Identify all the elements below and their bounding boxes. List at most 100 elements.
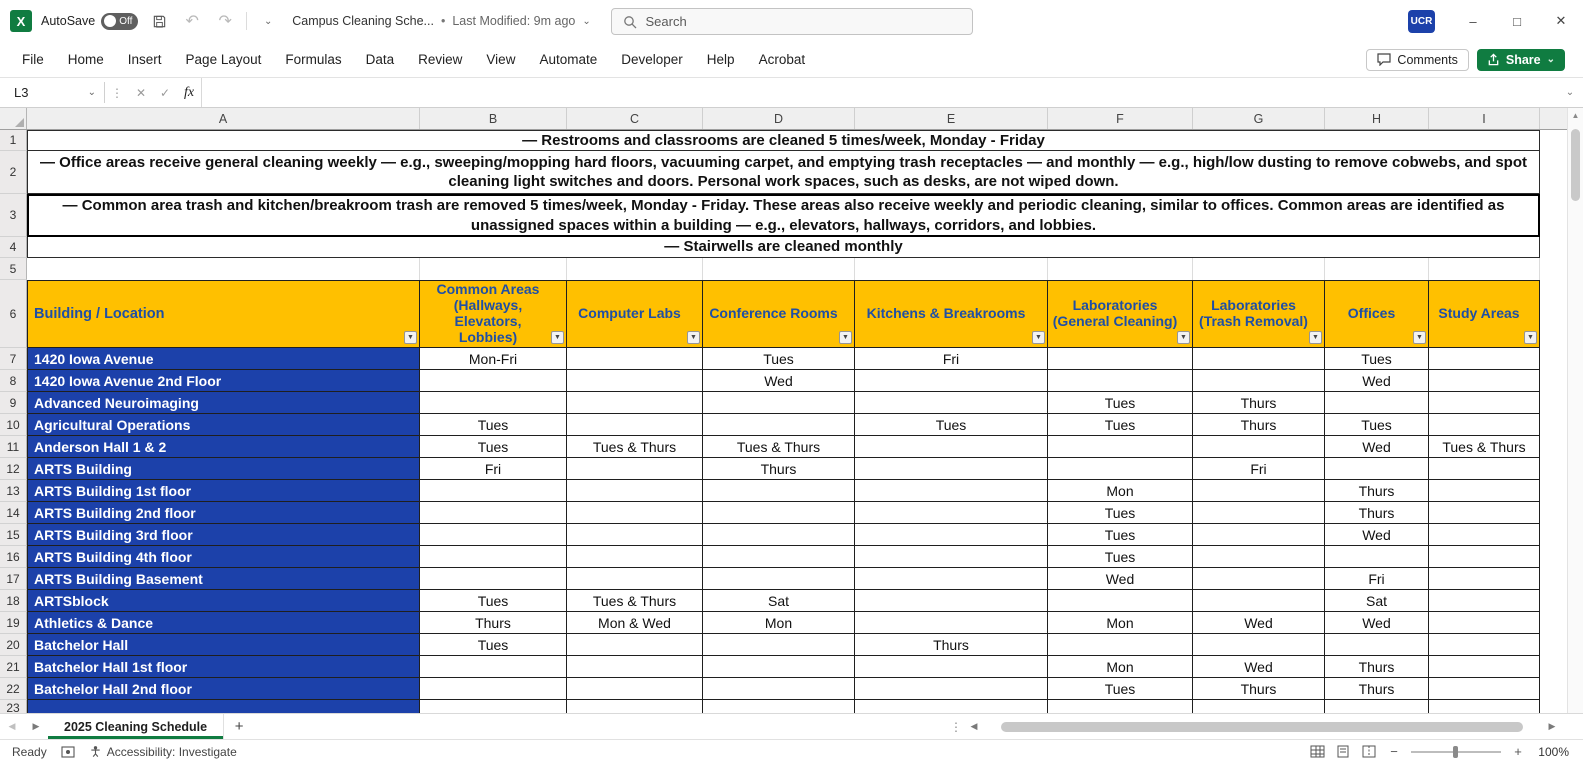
schedule-cell[interactable]: Tues & Thurs	[567, 436, 703, 458]
schedule-cell[interactable]	[1325, 546, 1429, 568]
schedule-cell[interactable]: Sat	[1325, 590, 1429, 612]
comments-button[interactable]: Comments	[1366, 48, 1469, 71]
sheet-tab-active[interactable]: 2025 Cleaning Schedule	[48, 714, 225, 739]
ribbon-tab-developer[interactable]: Developer	[609, 42, 695, 78]
schedule-cell[interactable]	[1325, 458, 1429, 480]
ribbon-tab-data[interactable]: Data	[354, 42, 407, 78]
share-button[interactable]: Share ⌄	[1476, 48, 1565, 71]
zoom-slider-knob[interactable]	[1453, 745, 1458, 758]
filter-button[interactable]: ▼	[1309, 331, 1322, 344]
blank-cell[interactable]	[1193, 258, 1325, 280]
schedule-cell[interactable]: Wed	[1048, 568, 1193, 590]
schedule-cell[interactable]: Tues	[1048, 392, 1193, 414]
schedule-cell[interactable]	[567, 458, 703, 480]
row-header-3[interactable]: 3	[0, 194, 27, 237]
schedule-cell[interactable]: Tues	[1325, 414, 1429, 436]
schedule-cell[interactable]	[1048, 700, 1193, 713]
schedule-cell[interactable]	[567, 546, 703, 568]
schedule-cell[interactable]	[1193, 348, 1325, 370]
schedule-cell[interactable]	[1429, 590, 1540, 612]
schedule-cell[interactable]: Tues & Thurs	[1429, 436, 1540, 458]
row-header-21[interactable]: 21	[0, 656, 27, 678]
macro-record-button[interactable]	[61, 745, 75, 758]
schedule-cell[interactable]: Tues	[1048, 546, 1193, 568]
schedule-cell[interactable]: Tues	[1048, 502, 1193, 524]
schedule-cell[interactable]	[703, 524, 855, 546]
schedule-cell[interactable]: Tues	[420, 634, 567, 656]
document-title[interactable]: Campus Cleaning Sche...	[292, 14, 434, 28]
scroll-right-button[interactable]: ▶	[1543, 721, 1561, 732]
scroll-up-icon[interactable]: ▲	[1572, 111, 1580, 121]
enter-button[interactable]: ✓	[153, 78, 177, 107]
row-header-7[interactable]: 7	[0, 348, 27, 370]
schedule-cell[interactable]: Wed	[1325, 524, 1429, 546]
schedule-cell[interactable]: Thurs	[1325, 656, 1429, 678]
zoom-level[interactable]: 100%	[1535, 745, 1569, 759]
schedule-cell[interactable]	[567, 568, 703, 590]
schedule-cell[interactable]	[1429, 612, 1540, 634]
search-box[interactable]: Search	[610, 8, 973, 35]
schedule-cell[interactable]	[1048, 370, 1193, 392]
schedule-cell[interactable]	[855, 392, 1048, 414]
schedule-cell[interactable]: Tues & Thurs	[703, 436, 855, 458]
filter-button[interactable]: ▼	[551, 331, 564, 344]
blank-cell[interactable]	[703, 258, 855, 280]
schedule-cell[interactable]	[703, 656, 855, 678]
building-cell[interactable]: Athletics & Dance	[27, 612, 420, 634]
schedule-cell[interactable]	[703, 678, 855, 700]
schedule-cell[interactable]	[1048, 590, 1193, 612]
column-header-B[interactable]: B	[420, 108, 567, 129]
customize-toolbar-button[interactable]: ⌄	[256, 9, 280, 33]
schedule-cell[interactable]: Mon	[1048, 612, 1193, 634]
schedule-cell[interactable]	[420, 392, 567, 414]
schedule-cell[interactable]	[1429, 656, 1540, 678]
blank-cell[interactable]	[1325, 258, 1429, 280]
schedule-cell[interactable]: Mon	[1048, 656, 1193, 678]
vertical-scroll-thumb[interactable]	[1571, 129, 1580, 201]
note-cell[interactable]: — Restrooms and classrooms are cleaned 5…	[27, 130, 1540, 151]
row-header-9[interactable]: 9	[0, 392, 27, 414]
redo-button[interactable]: ↷	[213, 9, 237, 33]
schedule-cell[interactable]	[1429, 348, 1540, 370]
ribbon-tab-formulas[interactable]: Formulas	[273, 42, 353, 78]
schedule-cell[interactable]	[1048, 458, 1193, 480]
schedule-cell[interactable]: Tues	[1048, 524, 1193, 546]
schedule-cell[interactable]	[1429, 458, 1540, 480]
schedule-cell[interactable]	[1193, 634, 1325, 656]
schedule-cell[interactable]	[567, 480, 703, 502]
add-sheet-button[interactable]: +	[224, 718, 254, 735]
schedule-cell[interactable]	[703, 700, 855, 713]
schedule-cell[interactable]	[567, 700, 703, 713]
schedule-cell[interactable]: Mon	[1048, 480, 1193, 502]
schedule-cell[interactable]	[1429, 414, 1540, 436]
schedule-cell[interactable]: Wed	[703, 370, 855, 392]
column-header-A[interactable]: A	[27, 108, 420, 129]
schedule-cell[interactable]	[420, 502, 567, 524]
filter-button[interactable]: ▼	[404, 331, 417, 344]
schedule-cell[interactable]	[567, 414, 703, 436]
schedule-cell[interactable]	[420, 546, 567, 568]
column-header-C[interactable]: C	[567, 108, 703, 129]
schedule-cell[interactable]: Wed	[1325, 612, 1429, 634]
row-header-11[interactable]: 11	[0, 436, 27, 458]
schedule-cell[interactable]	[567, 502, 703, 524]
note-cell[interactable]: — Common area trash and kitchen/breakroo…	[27, 194, 1540, 237]
page-layout-view-button[interactable]	[1335, 745, 1351, 759]
schedule-cell[interactable]	[855, 612, 1048, 634]
building-cell[interactable]: Agricultural Operations	[27, 414, 420, 436]
schedule-cell[interactable]	[703, 568, 855, 590]
schedule-cell[interactable]: Tues	[420, 590, 567, 612]
schedule-cell[interactable]	[567, 656, 703, 678]
schedule-cell[interactable]	[1193, 590, 1325, 612]
chevron-down-icon[interactable]: ⌄	[582, 16, 590, 27]
schedule-cell[interactable]	[567, 348, 703, 370]
schedule-cell[interactable]: Thurs	[1325, 480, 1429, 502]
building-cell[interactable]: ARTS Building Basement	[27, 568, 420, 590]
blank-cell[interactable]	[567, 258, 703, 280]
row-header-4[interactable]: 4	[0, 237, 27, 258]
ribbon-tab-home[interactable]: Home	[56, 42, 116, 78]
schedule-cell[interactable]	[855, 436, 1048, 458]
row-header-1[interactable]: 1	[0, 130, 27, 151]
schedule-cell[interactable]	[1429, 524, 1540, 546]
schedule-cell[interactable]	[1193, 370, 1325, 392]
